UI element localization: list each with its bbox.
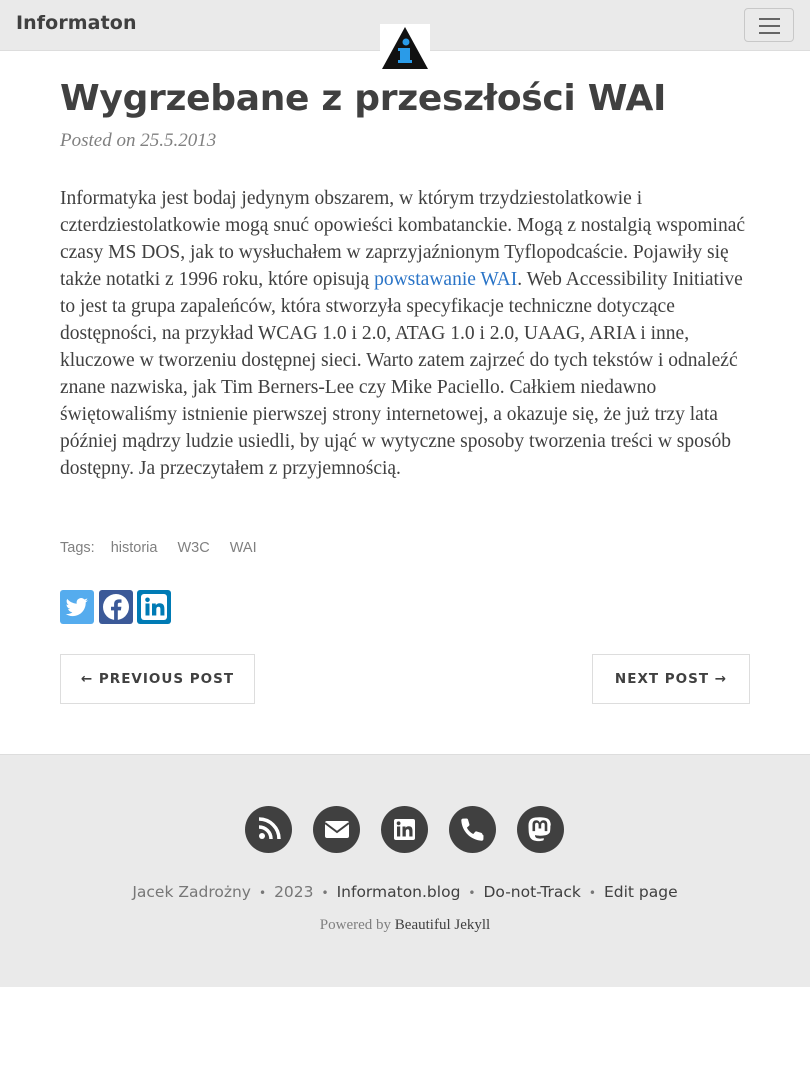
footer xyxy=(0,754,810,987)
rss-icon[interactable] xyxy=(245,806,292,853)
powered-by-label: Powered by xyxy=(319,917,392,933)
footer-separator: • xyxy=(588,886,596,900)
mastodon-icon[interactable] xyxy=(517,806,564,853)
post-meta: Posted on 25.5.2013 xyxy=(60,130,217,151)
info-triangle-logo[interactable] xyxy=(380,24,430,70)
powered-by: Powered by Beautiful Jekyll xyxy=(0,917,810,934)
post-text-part-2: . Web Accessibility Initiative to jest t… xyxy=(60,269,743,479)
navbar: Informaton xyxy=(0,0,810,70)
twitter-icon xyxy=(65,598,88,617)
post-link-wai[interactable]: powstawanie WAI xyxy=(374,269,517,290)
footer-separator: • xyxy=(258,886,267,900)
footer-author: Jacek Zadrożny xyxy=(132,883,251,901)
tags: Tags: historia W3C WAI xyxy=(60,540,257,556)
post-title: Wygrzebane z przeszłości WAI xyxy=(60,78,667,119)
tag-link[interactable]: WAI xyxy=(230,540,257,556)
linkedin-icon[interactable] xyxy=(381,806,428,853)
footer-separator: • xyxy=(468,886,476,900)
phone-icon[interactable] xyxy=(449,806,496,853)
linkedin-icon xyxy=(141,594,167,620)
hamburger-menu-icon[interactable] xyxy=(744,8,794,42)
facebook-icon xyxy=(103,594,129,620)
previous-post-button[interactable]: ← PREVIOUS POST xyxy=(60,654,255,704)
share-twitter-button[interactable] xyxy=(60,590,94,624)
brand-link[interactable]: Informaton xyxy=(16,12,137,34)
tags-label: Tags: xyxy=(60,540,95,556)
share-linkedin-button[interactable] xyxy=(137,590,171,624)
footer-dnt-link[interactable]: Do-not-Track xyxy=(483,883,580,901)
footer-year: 2023 xyxy=(274,883,314,901)
share-facebook-button[interactable] xyxy=(99,590,133,624)
theme-link[interactable]: Beautiful Jekyll xyxy=(395,917,490,933)
footer-site-link[interactable]: Informaton.blog xyxy=(337,883,461,901)
footer-links: Jacek Zadrożny • 2023 • Informaton.blog • Do-n… xyxy=(0,883,810,901)
footer-edit-link[interactable]: Edit page xyxy=(604,883,678,901)
tag-link[interactable]: historia xyxy=(111,540,158,556)
next-post-button[interactable]: NEXT POST → xyxy=(592,654,750,704)
tag-link[interactable]: W3C xyxy=(177,540,209,556)
post-body: Informatyka jest bodaj jedynym obszarem,… xyxy=(60,185,760,482)
footer-separator: • xyxy=(321,886,329,900)
envelope-icon[interactable] xyxy=(313,806,360,853)
